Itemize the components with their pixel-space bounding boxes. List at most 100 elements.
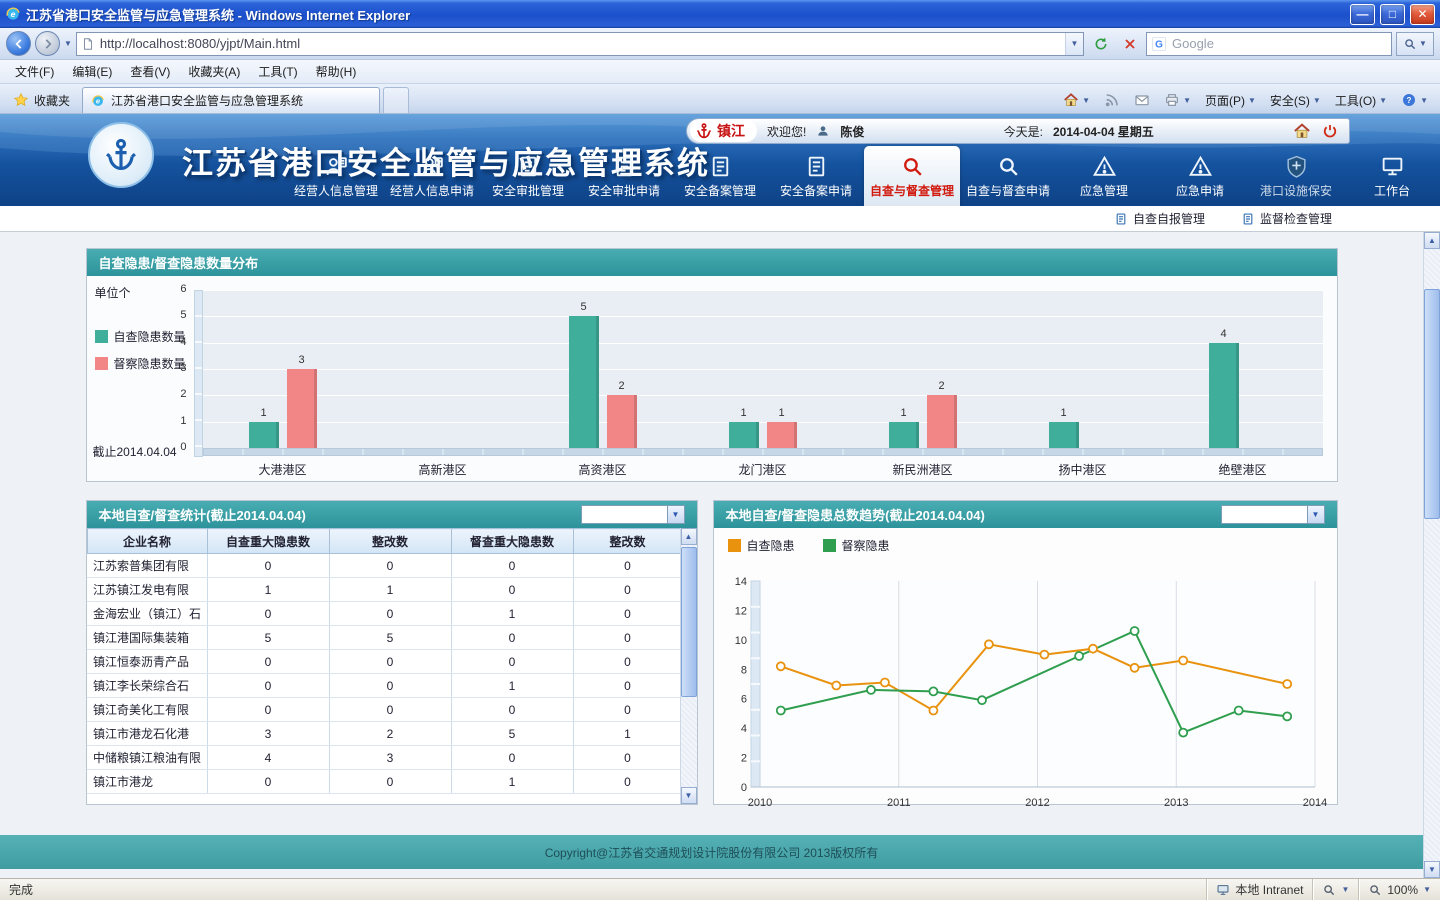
table-row-1[interactable]: 江苏索普集团有限0000 [87,554,682,578]
stop-button[interactable] [1117,31,1142,56]
table-cell: 0 [451,650,573,674]
scroll-down-arrow-icon[interactable]: ▼ [681,787,697,804]
table-scrollbar[interactable]: ▲ ▼ [680,528,697,804]
welcome-label: 欢迎您! [767,123,806,140]
table-row-9[interactable]: 中储粮镇江粮油有限4300 [87,746,682,770]
bar-s0-c4[interactable] [889,422,919,448]
logout-power-icon[interactable] [1321,122,1339,140]
nav-item-3[interactable]: 安全审批管理 [480,146,576,206]
combo-arrow-icon[interactable]: ▼ [1307,506,1324,523]
scroll-up-arrow-icon[interactable]: ▲ [681,528,697,545]
nav-item-7[interactable]: 自查与督查管理 [864,146,960,206]
table-cell: 5 [207,626,329,650]
page-scrollbar[interactable]: ▲ ▼ [1423,232,1440,878]
nav-item-11[interactable]: 港口设施保安 [1248,146,1344,206]
forward-button[interactable] [35,31,60,56]
toolbar-menu-1[interactable]: 页面(P)▼ [1199,89,1262,112]
table-row-10[interactable]: 镇江市港龙0010 [87,770,682,794]
menu-item-5[interactable]: 工具(T) [249,60,306,83]
maximize-button[interactable]: □ [1380,4,1405,25]
bar-chart-body: 单位个 自查隐患数量督察隐患数量 截止2014.04.04 012345613大… [87,276,1337,481]
scroll-up-arrow-icon[interactable]: ▲ [1424,232,1440,249]
nav-item-10[interactable]: 应急申请 [1152,146,1248,206]
table-row-4[interactable]: 镇江港国际集装箱5500 [87,626,682,650]
nav-item-6[interactable]: 安全备案申请 [768,146,864,206]
help-button[interactable]: ?▼ [1395,89,1434,111]
bar-s0-c5[interactable] [1049,422,1079,448]
nav-item-5[interactable]: 安全备案管理 [672,146,768,206]
nav-item-9[interactable]: 应急管理 [1056,146,1152,206]
bar-s1-c2[interactable] [607,395,637,448]
toolbar-menu-2[interactable]: 安全(S)▼ [1264,89,1327,112]
toolbar-menu-3[interactable]: 工具(O)▼ [1329,89,1393,112]
page-zoom-button[interactable]: ▼ [1312,879,1358,900]
trend-chart-body: 自查隐患督察隐患 2010201120122013201402468101214 [714,528,1337,804]
table-row-5[interactable]: 镇江恒泰沥青产品0000 [87,650,682,674]
table-cell: 0 [207,674,329,698]
nav-item-4[interactable]: 安全审批申请 [576,146,672,206]
scroll-down-arrow-icon[interactable]: ▼ [1424,861,1440,878]
menu-item-6[interactable]: 帮助(H) [307,60,366,83]
table-row-8[interactable]: 镇江市港龙石化港3251 [87,722,682,746]
menu-item-1[interactable]: 文件(F) [6,60,63,83]
status-bar: 完成 本地 Intranet ▼ 100% ▼ [0,878,1440,900]
home-shortcut-icon[interactable] [1293,122,1311,140]
bar-s1-c4[interactable] [927,395,957,448]
read-mail-button[interactable] [1128,89,1156,111]
bar-s0-c2[interactable] [569,316,599,448]
feeds-button[interactable] [1098,89,1126,111]
zoom-level-control[interactable]: 100% ▼ [1358,879,1440,900]
search-button[interactable]: ▼ [1396,32,1434,56]
home-button[interactable]: ▼ [1057,89,1096,111]
bottom-panels-row: 本地自查/督查统计(截止2014.04.04) ▼ 企业名称自查重大隐患数整改数… [86,500,1338,805]
page-scroll-thumb[interactable] [1424,289,1440,519]
trend-chart-panel: 本地自查/督查隐患总数趋势(截止2014.04.04) ▼ 自查隐患督察隐患 2… [713,500,1338,805]
bar-s1-c0[interactable] [287,369,317,448]
nav-item-2[interactable]: 经营人信息申请 [384,146,480,206]
favorites-bar: 收藏夹 e 江苏省港口安全监管与应急管理系统 ▼ ▼ 页面(P)▼安全(S)▼工… [0,84,1440,114]
x-category-label: 龙门港区 [693,461,833,478]
bar-s0-c3[interactable] [729,422,759,448]
table-row-3[interactable]: 金海宏业（镇江）石0010 [87,602,682,626]
print-button[interactable]: ▼ [1158,89,1197,111]
legend-label: 督察隐患 [842,537,890,554]
combo-arrow-icon[interactable]: ▼ [667,506,684,523]
menu-item-2[interactable]: 编辑(E) [63,60,121,83]
new-tab-button[interactable] [383,87,409,113]
table-scroll-thumb[interactable] [681,547,697,697]
arrow-right-icon [41,37,55,51]
table-row-6[interactable]: 镇江李长荣综合石0010 [87,674,682,698]
bar-s0-c0[interactable] [249,422,279,448]
menu-item-4[interactable]: 收藏夹(A) [179,60,249,83]
table-cell: 0 [573,602,682,626]
refresh-button[interactable] [1088,31,1113,56]
table-row-7[interactable]: 镇江奇美化工有限0000 [87,698,682,722]
nav-item-8[interactable]: 自查与督查申请 [960,146,1056,206]
y-tick-label: 0 [161,441,187,453]
city-selector[interactable]: 镇江 [690,120,757,142]
back-button[interactable] [6,31,31,56]
menu-item-3[interactable]: 查看(V) [121,60,179,83]
magnifier-icon [900,154,925,179]
history-caret-icon[interactable]: ▼ [64,39,72,48]
subnav-item-1[interactable]: 自查自报管理 [1114,210,1205,227]
table-row-2[interactable]: 江苏镇江发电有限1100 [87,578,682,602]
page-scroll-track[interactable] [1424,249,1440,861]
address-dropdown-button[interactable]: ▼ [1065,33,1083,55]
bar-s1-c3[interactable] [767,422,797,448]
favorites-button[interactable]: 收藏夹 [4,87,79,113]
address-field[interactable]: http://localhost:8080/yjpt/Main.html ▼ [76,32,1084,56]
caret-icon: ▼ [1341,885,1349,894]
bar-value-label: 1 [889,407,919,419]
table-filter-combo[interactable]: ▼ [581,505,685,524]
browser-tab[interactable]: e 江苏省港口安全监管与应急管理系统 [82,87,380,113]
nav-item-12[interactable]: 工作台 [1344,146,1440,206]
close-button[interactable]: ✕ [1410,4,1435,25]
table-scroll-track[interactable] [681,545,697,787]
bar-s0-c6[interactable] [1209,343,1239,448]
search-box[interactable]: G Google [1146,32,1392,56]
minimize-button[interactable]: — [1350,4,1375,25]
nav-item-1[interactable]: 经营人信息管理 [288,146,384,206]
subnav-item-2[interactable]: 监督检查管理 [1241,210,1332,227]
trend-filter-combo[interactable]: ▼ [1221,505,1325,524]
